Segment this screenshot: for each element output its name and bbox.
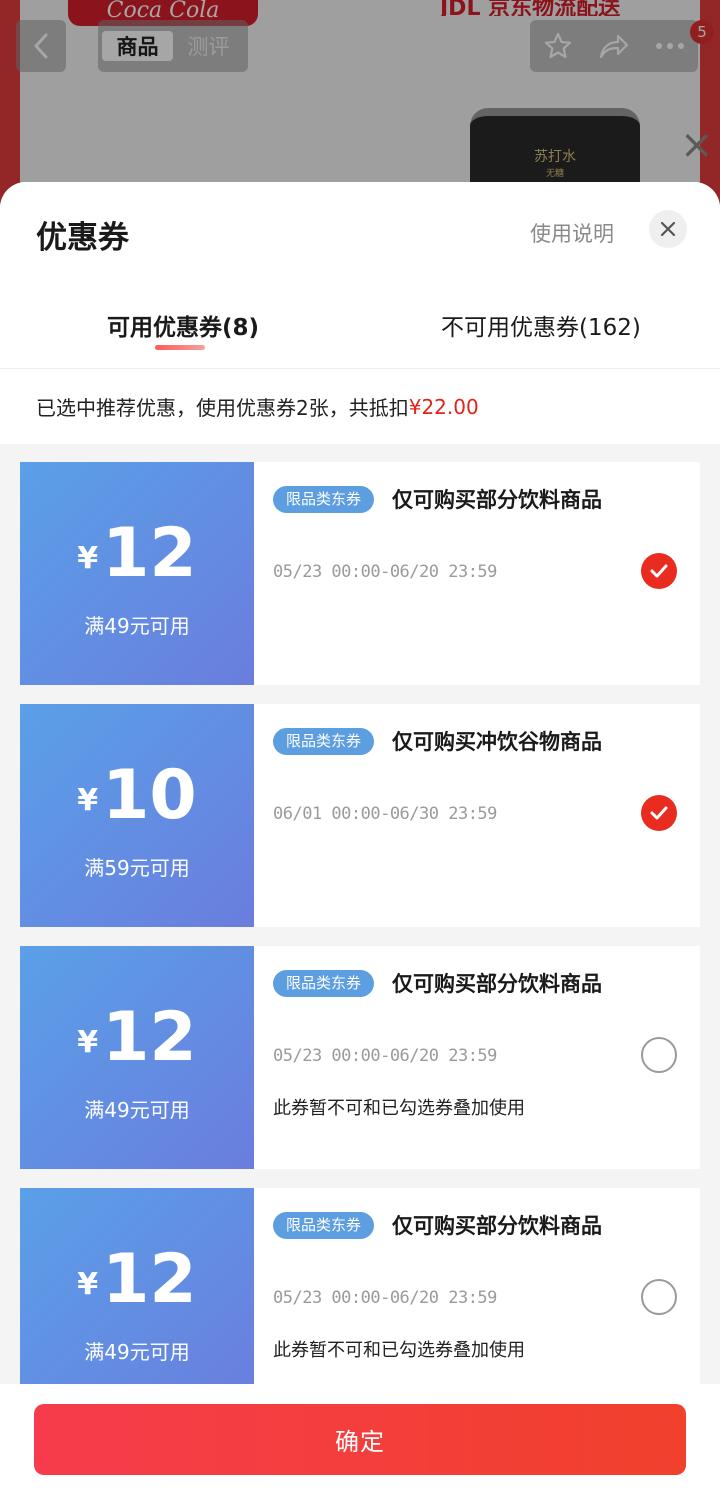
- coupon-title: 仅可购买部分饮料商品: [392, 1214, 602, 1238]
- coupon-validity: 05/23 00:00-06/20 23:59: [273, 1288, 497, 1308]
- coupon-type-tag: 限品类东券: [273, 486, 375, 513]
- active-tab-indicator: [155, 345, 205, 350]
- sheet-footer: 确定: [0, 1384, 720, 1494]
- coupon-condition: 满49元可用: [84, 614, 190, 638]
- coupon-type-tag: 限品类东券: [273, 970, 375, 997]
- currency-symbol: ¥: [77, 783, 99, 818]
- currency-symbol: ¥: [77, 541, 99, 576]
- coupon-condition: 满49元可用: [84, 1098, 190, 1122]
- coupon-card[interactable]: ¥12 满49元可用 限品类东券 仅可购买部分饮料商品 05/23 00:00-…: [15, 946, 700, 1169]
- coupon-checkbox-checked[interactable]: [641, 795, 677, 831]
- coupon-value-panel: ¥12 满49元可用: [15, 462, 254, 685]
- summary-amount: ¥22.00: [408, 394, 479, 419]
- close-button[interactable]: [649, 210, 687, 248]
- coupon-sheet: 优惠券 使用说明 可用优惠券(8) 不可用优惠券(162) 已选中推荐优惠，使用…: [0, 182, 720, 1494]
- coupon-checkbox-checked[interactable]: [641, 553, 677, 589]
- coupon-checkbox-unchecked[interactable]: [641, 1279, 677, 1315]
- checkmark-icon: [650, 564, 668, 578]
- confirm-button[interactable]: 确定: [34, 1404, 686, 1475]
- close-icon: [660, 221, 676, 237]
- coupon-type-tag: 限品类东券: [273, 1212, 375, 1239]
- selection-summary: 已选中推荐优惠，使用优惠券2张，共抵扣 ¥22.00: [0, 368, 720, 444]
- coupon-amount: ¥12: [20, 1244, 254, 1316]
- tab-available-coupons[interactable]: 可用优惠券(8): [107, 308, 259, 342]
- coupon-validity: 05/23 00:00-06/20 23:59: [273, 562, 497, 582]
- coupon-type-tag: 限品类东券: [273, 728, 375, 755]
- usage-instructions-link[interactable]: 使用说明: [530, 218, 614, 248]
- coupon-amount-value: 10: [102, 756, 197, 835]
- coupon-condition: 满59元可用: [84, 856, 190, 880]
- coupon-amount: ¥12: [20, 518, 254, 590]
- coupon-validity: 06/01 00:00-06/30 23:59: [273, 804, 497, 824]
- coupon-card[interactable]: ¥10 满59元可用 限品类东券 仅可购买冲饮谷物商品 06/01 00:00-…: [15, 704, 700, 927]
- coupon-stack-note: 此券暂不可和已勾选券叠加使用: [273, 1340, 525, 1361]
- coupon-amount: ¥12: [20, 1002, 254, 1074]
- coupon-detail-panel: 限品类东券 仅可购买部分饮料商品 05/23 00:00-06/20 23:59: [254, 462, 700, 685]
- coupon-value-panel: ¥12 满49元可用: [15, 1188, 254, 1411]
- coupon-detail-panel: 限品类东券 仅可购买部分饮料商品 05/23 00:00-06/20 23:59…: [254, 946, 700, 1169]
- sheet-header: 优惠券 使用说明 可用优惠券(8) 不可用优惠券(162): [0, 182, 720, 368]
- coupon-stack-note: 此券暂不可和已勾选券叠加使用: [273, 1098, 525, 1119]
- coupon-amount-value: 12: [102, 998, 197, 1077]
- coupon-value-panel: ¥12 满49元可用: [15, 946, 254, 1169]
- coupon-list[interactable]: ¥12 满49元可用 限品类东券 仅可购买部分饮料商品 05/23 00:00-…: [0, 444, 720, 1411]
- coupon-validity: 05/23 00:00-06/20 23:59: [273, 1046, 497, 1066]
- coupon-value-panel: ¥10 满59元可用: [15, 704, 254, 927]
- coupon-detail-panel: 限品类东券 仅可购买部分饮料商品 05/23 00:00-06/20 23:59…: [254, 1188, 700, 1411]
- currency-symbol: ¥: [77, 1267, 99, 1302]
- coupon-detail-panel: 限品类东券 仅可购买冲饮谷物商品 06/01 00:00-06/30 23:59: [254, 704, 700, 927]
- coupon-title: 仅可购买部分饮料商品: [392, 972, 602, 996]
- coupon-amount-value: 12: [102, 1240, 197, 1319]
- summary-text: 已选中推荐优惠，使用优惠券2张，共抵扣: [36, 396, 409, 420]
- coupon-card[interactable]: ¥12 满49元可用 限品类东券 仅可购买部分饮料商品 05/23 00:00-…: [15, 462, 700, 685]
- coupon-title: 仅可购买部分饮料商品: [392, 488, 602, 512]
- coupon-condition: 满49元可用: [84, 1340, 190, 1364]
- coupon-card[interactable]: ¥12 满49元可用 限品类东券 仅可购买部分饮料商品 05/23 00:00-…: [15, 1188, 700, 1411]
- coupon-amount: ¥10: [20, 760, 254, 832]
- sheet-title: 优惠券: [36, 220, 129, 256]
- tab-unavailable-coupons[interactable]: 不可用优惠券(162): [441, 308, 641, 342]
- checkmark-icon: [650, 806, 668, 820]
- coupon-amount-value: 12: [102, 514, 197, 593]
- currency-symbol: ¥: [77, 1025, 99, 1060]
- coupon-title: 仅可购买冲饮谷物商品: [392, 730, 602, 754]
- coupon-checkbox-unchecked[interactable]: [641, 1037, 677, 1073]
